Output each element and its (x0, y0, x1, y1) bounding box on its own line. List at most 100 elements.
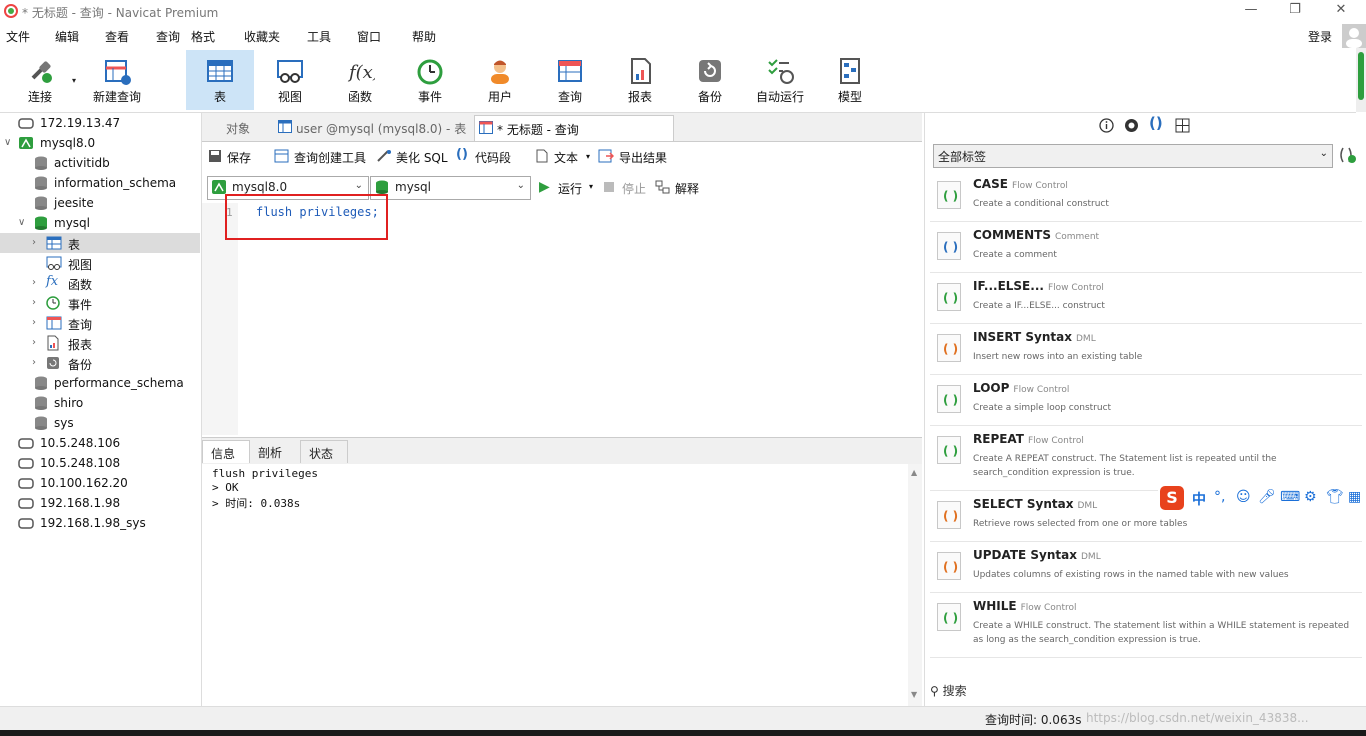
avatar[interactable] (1342, 24, 1366, 48)
snippet-braces-icon[interactable]: () (1149, 114, 1163, 132)
explain-button[interactable]: 解释 (675, 180, 699, 197)
toolbox-icon[interactable]: ▦ (1348, 489, 1361, 505)
menu-window[interactable]: 窗口 (357, 28, 381, 45)
skin-icon[interactable]: 👕︎ (1326, 489, 1344, 505)
result-scrollbar[interactable]: ▲ ▼ (908, 464, 922, 706)
snippet-search[interactable]: ⚲ 搜索 (930, 682, 967, 699)
tree-conn-172-19-13-47[interactable]: 172.19.13.47 (0, 113, 200, 133)
menu-tools[interactable]: 工具 (307, 28, 331, 45)
toolbar-user-button[interactable]: 用户 (466, 50, 534, 110)
info-icon[interactable] (1099, 118, 1114, 136)
tab-user-table[interactable]: user @mysql (mysql8.0) - 表 (274, 115, 470, 140)
toolbar-table-button[interactable]: 表 (186, 50, 254, 110)
tree-reports[interactable]: › 报表 (0, 333, 200, 353)
tab-status[interactable]: 状态 (300, 440, 348, 463)
connect-dropdown-icon[interactable]: ▾ (72, 76, 76, 85)
run-button[interactable]: 运行 (558, 180, 582, 197)
text-mode-button[interactable]: 文本 (554, 149, 578, 166)
ime-language-toggle[interactable]: 中 (1192, 489, 1206, 509)
minimize-button[interactable]: — (1228, 2, 1274, 22)
tab-message[interactable]: 信息 (202, 440, 250, 463)
scroll-down-icon[interactable]: ▼ (911, 690, 917, 699)
tab-objects[interactable]: 对象 (202, 115, 272, 140)
expand-arrow-icon[interactable]: › (32, 237, 36, 248)
toolbar-report-button[interactable]: 报表 (606, 50, 674, 110)
expand-arrow-icon[interactable]: › (32, 297, 36, 308)
close-button[interactable]: ✕ (1318, 2, 1364, 22)
toolbar-backup-button[interactable]: 备份 (676, 50, 744, 110)
collapse-arrow-icon[interactable]: ∨ (18, 217, 25, 228)
add-snippet-icon[interactable] (1337, 145, 1357, 168)
tag-filter-select[interactable]: 全部标签 ⌄ (933, 144, 1333, 168)
menu-favorites[interactable]: 收藏夹 (244, 28, 280, 45)
ime-punctuation-toggle[interactable]: °, (1214, 489, 1225, 505)
expand-arrow-icon[interactable]: › (32, 337, 36, 348)
toolbar-event-button[interactable]: 事件 (396, 50, 464, 110)
stop-button[interactable]: 停止 (622, 180, 646, 197)
snippet-loop[interactable]: ( ) LOOP Flow Control Create a simple loo… (930, 375, 1362, 426)
snippet-comments[interactable]: ( ) COMMENTS Comment Create a comment (930, 222, 1362, 273)
collapse-arrow-icon[interactable]: ∨ (4, 137, 11, 148)
menu-help[interactable]: 帮助 (412, 28, 436, 45)
preview-icon[interactable] (1124, 118, 1139, 136)
toolbar-connect-button[interactable]: 连接 (6, 50, 74, 110)
tree-backups[interactable]: › 备份 (0, 353, 200, 373)
tree-db-shiro[interactable]: shiro (0, 393, 200, 413)
snippet-if-else[interactable]: ( ) IF...ELSE... Flow Control Create a IF… (930, 273, 1362, 324)
tree-conn-mysql8[interactable]: ∨ mysql8.0 (0, 133, 200, 153)
snippet-case[interactable]: ( ) CASE Flow Control Create a conditiona… (930, 171, 1362, 222)
database-select[interactable]: mysql ⌄ (370, 176, 531, 200)
menu-file[interactable]: 文件 (6, 28, 30, 45)
tree-db-mysql[interactable]: ∨ mysql (0, 213, 200, 233)
snippet-update[interactable]: ( ) UPDATE Syntax DML Updates columns of … (930, 542, 1362, 593)
login-link[interactable]: 登录 (1308, 28, 1332, 45)
toolbar-model-button[interactable]: 模型 (816, 50, 884, 110)
menu-edit[interactable]: 编辑 (55, 28, 79, 45)
toolbar-scrollbar[interactable] (1356, 48, 1366, 112)
tree-conn-10-5-248-108[interactable]: 10.5.248.108 (0, 453, 200, 473)
toolbar-function-button[interactable]: f(x) 函数 (326, 50, 394, 110)
menu-view[interactable]: 查看 (105, 28, 129, 45)
tree-db-information-schema[interactable]: information_schema (0, 173, 200, 193)
tree-events[interactable]: › 事件 (0, 293, 200, 313)
tree-conn-10-5-248-106[interactable]: 10.5.248.106 (0, 433, 200, 453)
query-builder-button[interactable]: 查询创建工具 (294, 149, 366, 166)
snippet-repeat[interactable]: ( ) REPEAT Flow Control Create A REPEAT c… (930, 426, 1362, 491)
microphone-icon[interactable]: 🎤︎ (1258, 489, 1276, 505)
tree-db-performance-schema[interactable]: performance_schema (0, 373, 200, 393)
grid-icon[interactable] (1175, 118, 1190, 136)
menu-query[interactable]: 查询 (156, 28, 180, 45)
tree-conn-10-100-162-20[interactable]: 10.100.162.20 (0, 473, 200, 493)
toolbar-view-button[interactable]: 视图 (256, 50, 324, 110)
tab-profile[interactable]: 剖析 (250, 440, 296, 462)
expand-arrow-icon[interactable]: › (32, 317, 36, 328)
text-dropdown-icon[interactable]: ▾ (586, 152, 590, 161)
toolbar-query-button[interactable]: 查询 (536, 50, 604, 110)
code-snippet-button[interactable]: 代码段 (475, 149, 511, 166)
scroll-up-icon[interactable]: ▲ (911, 468, 917, 477)
tree-views[interactable]: 视图 (0, 253, 200, 273)
expand-arrow-icon[interactable]: › (32, 277, 36, 288)
settings-icon[interactable]: ⚙ (1304, 489, 1317, 505)
snippet-while[interactable]: ( ) WHILE Flow Control Create a WHILE con… (930, 593, 1362, 658)
tree-conn-192-168-1-98-sys[interactable]: 192.168.1.98_sys (0, 513, 200, 533)
save-button[interactable]: 保存 (227, 149, 251, 166)
tree-db-activitidb[interactable]: activitidb (0, 153, 200, 173)
menu-format[interactable]: 格式 (191, 28, 215, 45)
tree-functions[interactable]: › fx 函数 (0, 273, 200, 293)
restore-button[interactable]: ❐ (1272, 2, 1318, 22)
tree-conn-192-168-1-98[interactable]: 192.168.1.98 (0, 493, 200, 513)
tree-tables[interactable]: › 表 (0, 233, 200, 253)
emoji-icon[interactable]: ☺ (1236, 489, 1251, 505)
toolbar-new-query-button[interactable]: 新建查询 (82, 50, 152, 110)
tree-db-sys[interactable]: sys (0, 413, 200, 433)
tree-db-jeesite[interactable]: jeesite (0, 193, 200, 213)
sogou-logo-icon[interactable]: S (1160, 486, 1184, 510)
tab-untitled-query[interactable]: * 无标题 - 查询 (474, 115, 674, 141)
export-results-button[interactable]: 导出结果 (619, 149, 667, 166)
run-dropdown-icon[interactable]: ▾ (589, 182, 593, 191)
beautify-sql-button[interactable]: 美化 SQL (396, 149, 448, 166)
toolbar-schedule-button[interactable]: 自动运行 (746, 50, 814, 110)
snippet-insert[interactable]: ( ) INSERT Syntax DML Insert new rows int… (930, 324, 1362, 375)
keyboard-icon[interactable]: ⌨ (1280, 489, 1300, 505)
